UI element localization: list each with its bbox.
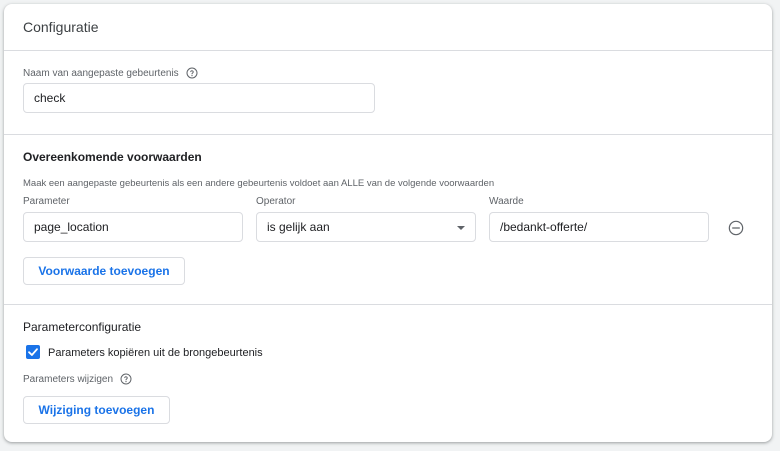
divider bbox=[4, 304, 772, 305]
help-circle-icon[interactable] bbox=[120, 373, 132, 385]
param-config-title: Parameterconfiguratie bbox=[23, 320, 142, 334]
add-modification-button[interactable]: Wijziging toevoegen bbox=[23, 396, 170, 424]
operator-column-label: Operator bbox=[256, 196, 296, 207]
divider bbox=[4, 134, 772, 135]
checkmark-icon bbox=[28, 348, 38, 356]
value-column-label: Waarde bbox=[489, 196, 524, 207]
event-name-input[interactable]: check bbox=[23, 83, 375, 113]
copy-params-checkbox[interactable] bbox=[26, 345, 40, 359]
remove-circle-icon[interactable] bbox=[728, 220, 744, 236]
help-circle-icon[interactable] bbox=[186, 67, 198, 79]
event-name-label: Naam van aangepaste gebeurtenis bbox=[23, 68, 179, 79]
card-title: Configuratie bbox=[23, 19, 99, 35]
configuration-card: Configuratie Naam van aangepaste gebeurt… bbox=[4, 4, 772, 442]
divider bbox=[4, 50, 772, 51]
value-input[interactable]: /bedankt-offerte/ bbox=[489, 212, 709, 242]
dropdown-arrow-icon bbox=[457, 226, 465, 230]
conditions-title: Overeenkomende voorwaarden bbox=[23, 150, 202, 164]
conditions-description: Maak een aangepaste gebeurtenis als een … bbox=[23, 178, 495, 189]
operator-selected-value: is gelijk aan bbox=[267, 220, 330, 234]
parameter-input[interactable]: page_location bbox=[23, 212, 243, 242]
parameter-column-label: Parameter bbox=[23, 196, 70, 207]
operator-select[interactable]: is gelijk aan bbox=[256, 212, 476, 242]
add-condition-button[interactable]: Voorwaarde toevoegen bbox=[23, 257, 185, 285]
modify-params-label: Parameters wijzigen bbox=[23, 374, 114, 385]
copy-params-label: Parameters kopiëren uit de brongebeurten… bbox=[48, 347, 263, 359]
